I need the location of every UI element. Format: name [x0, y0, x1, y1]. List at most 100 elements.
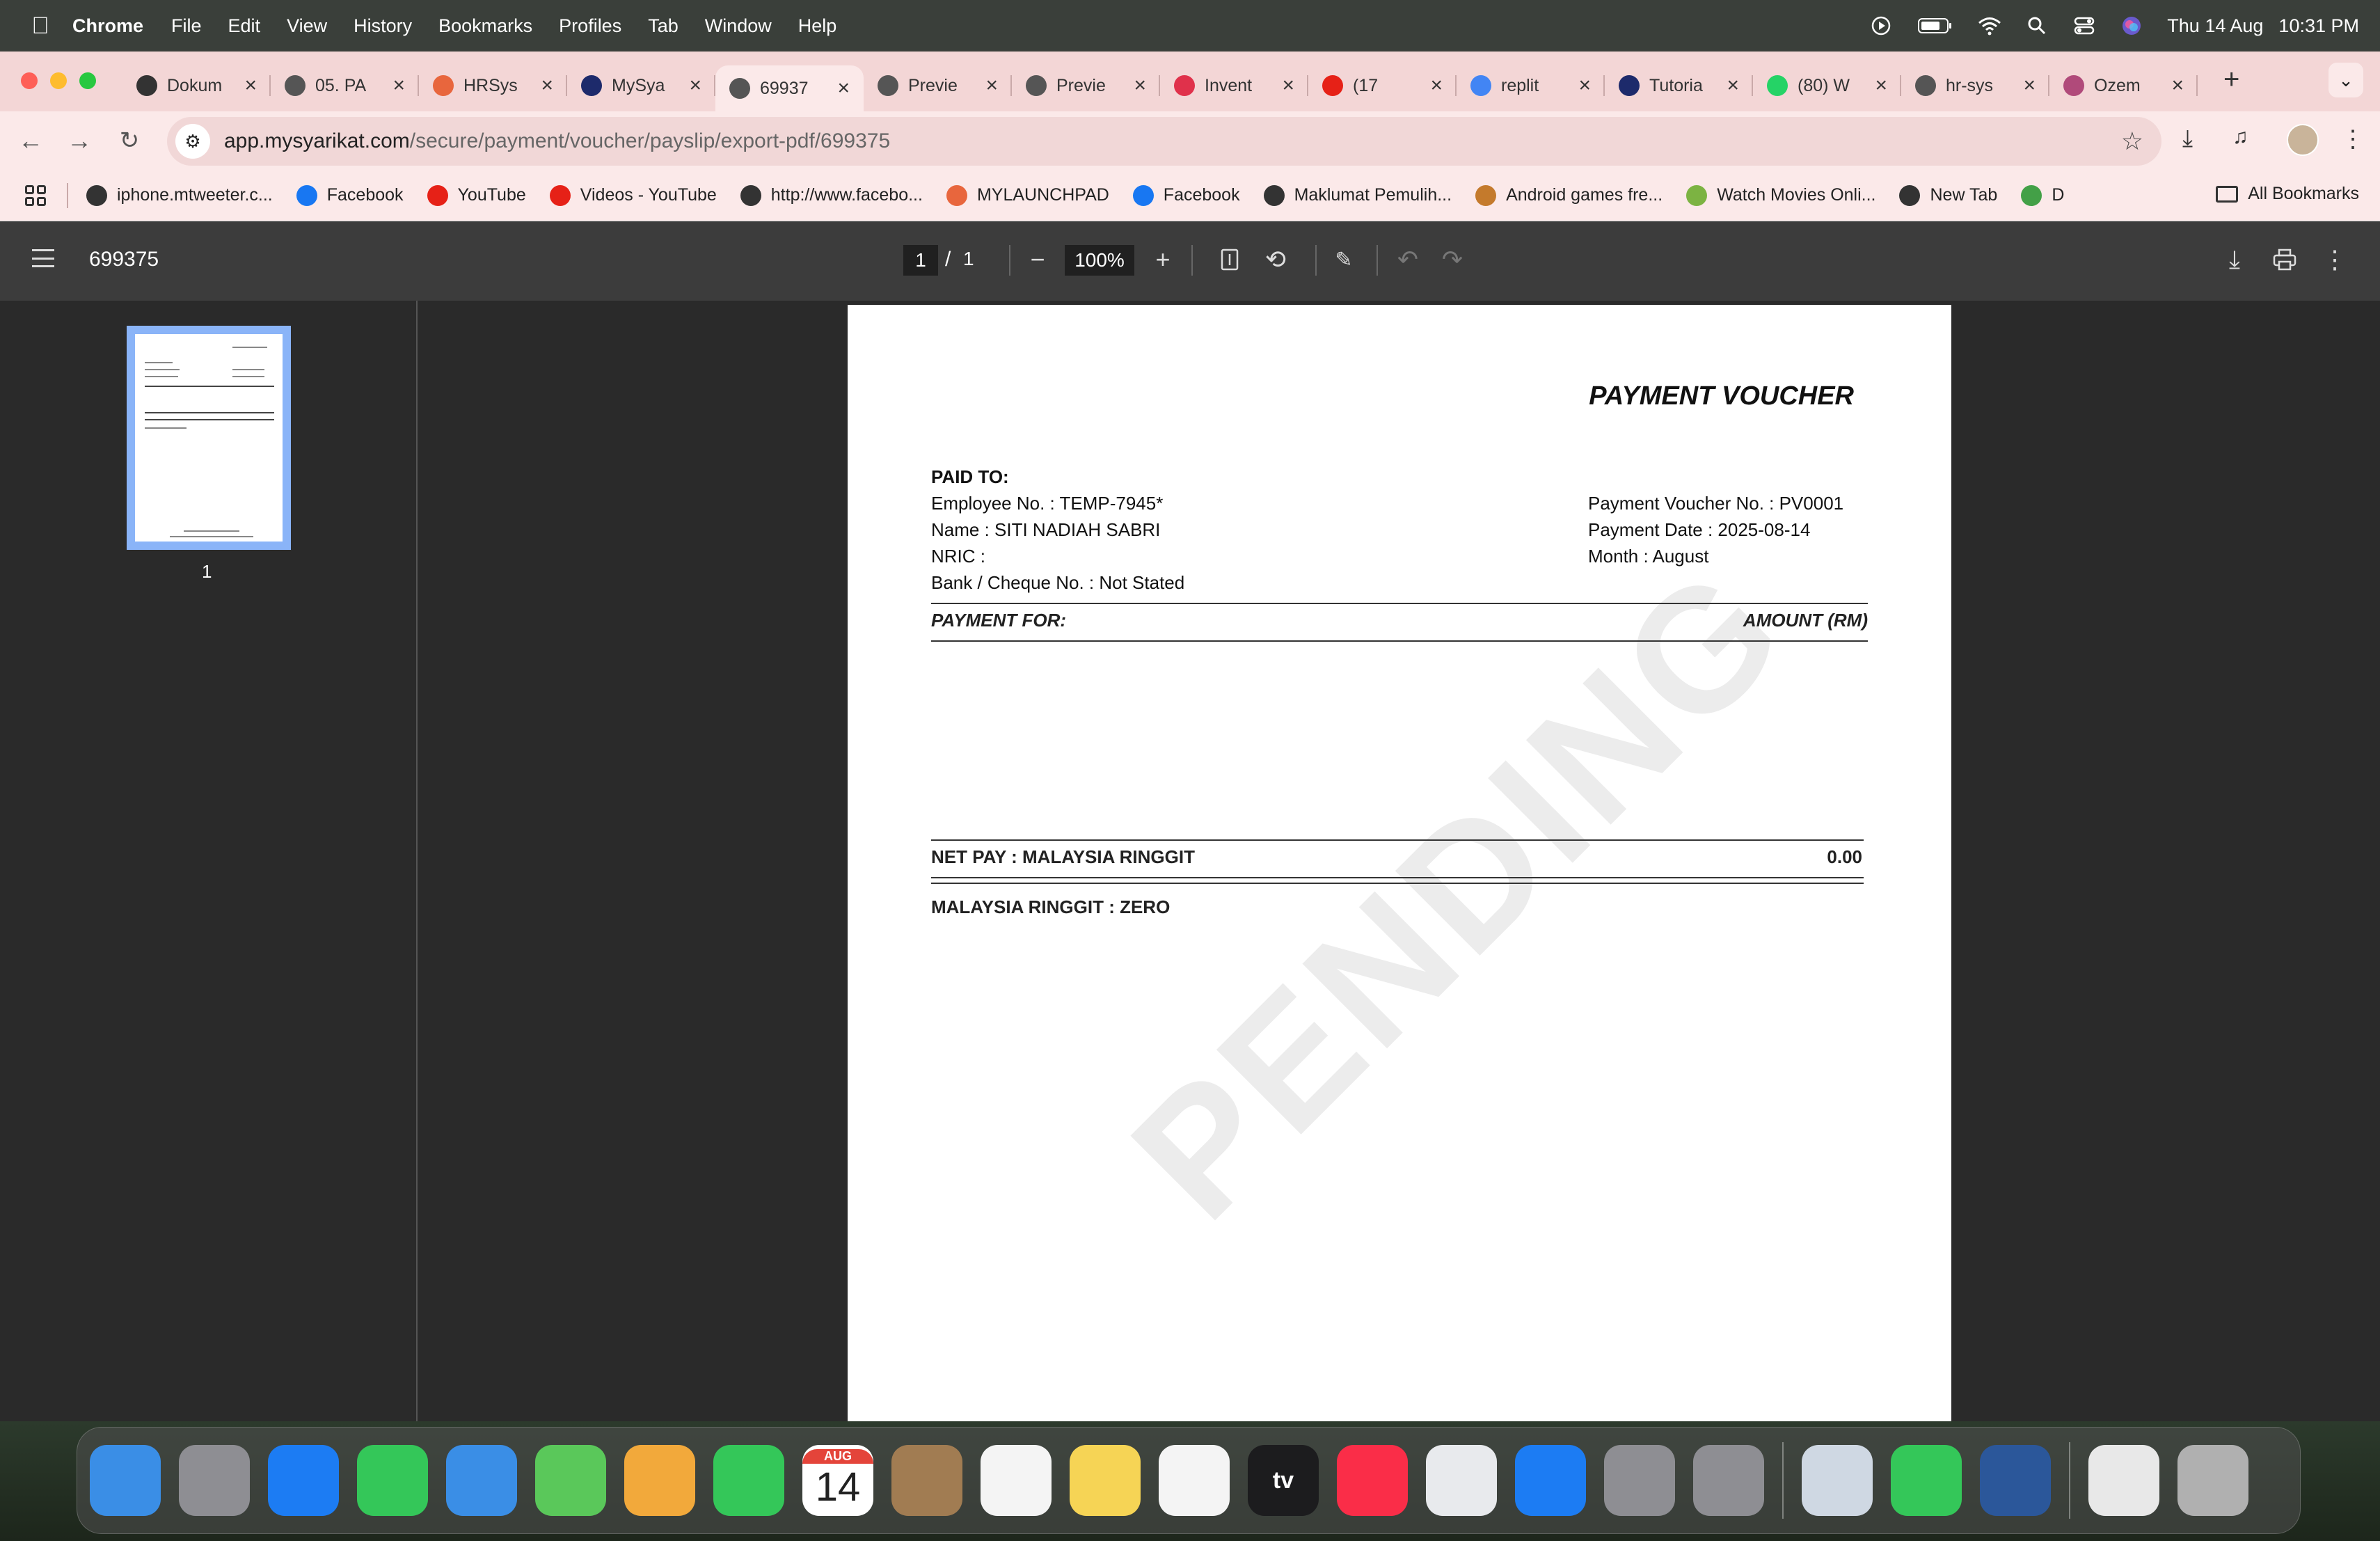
menubar-time[interactable]: 10:31 PM: [2278, 15, 2359, 37]
trash-icon[interactable]: [2177, 1445, 2248, 1516]
back-arrow-icon[interactable]: ←: [15, 125, 46, 156]
browser-tab[interactable]: replit ×: [1457, 65, 1605, 106]
document-viewport[interactable]: PENDING PAYMENT VOUCHER PAID TO: Employe…: [419, 301, 2380, 1421]
redo-icon[interactable]: ↷: [1435, 242, 1470, 277]
browser-tab[interactable]: (80) W ×: [1753, 65, 1901, 106]
numbers-icon[interactable]: [1891, 1445, 1962, 1516]
reminders-icon[interactable]: [981, 1445, 1052, 1516]
tab-close-icon[interactable]: ×: [244, 74, 257, 97]
zoom-window-button[interactable]: [79, 72, 96, 89]
tab-close-icon[interactable]: ×: [837, 77, 850, 100]
browser-tab[interactable]: 05. PA ×: [271, 65, 419, 106]
pdf-download-icon[interactable]: ⤓: [2217, 242, 2252, 277]
bookmark-item[interactable]: Android games fre...: [1475, 184, 1663, 206]
siri-icon[interactable]: [2120, 14, 2143, 38]
tab-close-icon[interactable]: ×: [1430, 74, 1443, 97]
menu-file[interactable]: File: [171, 15, 202, 37]
tab-close-icon[interactable]: ×: [689, 74, 701, 97]
browser-tab[interactable]: (17 ×: [1308, 65, 1457, 106]
wifi-icon[interactable]: [1978, 14, 2001, 38]
minimize-window-button[interactable]: [50, 72, 67, 89]
menu-profiles[interactable]: Profiles: [559, 15, 621, 37]
profile-avatar[interactable]: [2287, 124, 2319, 156]
tab-close-icon[interactable]: ×: [1727, 74, 1739, 97]
browser-tab[interactable]: MySya ×: [567, 65, 715, 106]
tab-close-icon[interactable]: ×: [392, 74, 405, 97]
tab-close-icon[interactable]: ×: [1578, 74, 1591, 97]
bookmark-item[interactable]: Watch Movies Onli...: [1686, 184, 1875, 206]
browser-tab[interactable]: Invent ×: [1160, 65, 1308, 106]
bookmark-star-icon[interactable]: ☆: [2121, 127, 2143, 156]
spotlight-search-icon[interactable]: [2025, 14, 2049, 38]
menu-tab[interactable]: Tab: [648, 15, 679, 37]
notes-icon[interactable]: [1070, 1445, 1141, 1516]
bookmark-item[interactable]: Videos - YouTube: [549, 184, 717, 206]
bookmark-item[interactable]: MYLAUNCHPAD: [946, 184, 1109, 206]
site-info-icon[interactable]: ⚙: [175, 124, 210, 159]
mail-icon[interactable]: [446, 1445, 517, 1516]
photos-icon[interactable]: [624, 1445, 695, 1516]
menubar-date[interactable]: Thu 14 Aug: [2167, 15, 2263, 37]
bookmark-item[interactable]: New Tab: [1899, 184, 1997, 206]
iphone-mirroring-icon[interactable]: [1693, 1445, 1764, 1516]
tab-close-icon[interactable]: ×: [2171, 74, 2184, 97]
zoom-input[interactable]: 100%: [1065, 245, 1134, 276]
bookmark-item[interactable]: http://www.facebo...: [740, 184, 923, 206]
bookmark-item[interactable]: Facebook: [1132, 184, 1240, 206]
apps-grid-icon[interactable]: [25, 184, 46, 206]
all-bookmarks-button[interactable]: All Bookmarks: [2216, 184, 2359, 204]
chrome-icon[interactable]: [1426, 1445, 1497, 1516]
tab-search-chevron-icon[interactable]: ⌄: [2329, 63, 2363, 97]
sidebar-menu-icon[interactable]: [32, 249, 54, 267]
browser-tab[interactable]: Previe ×: [864, 65, 1012, 106]
address-bar[interactable]: ⚙ app.mysyarikat.com/secure/payment/vouc…: [167, 117, 2161, 166]
tab-close-icon[interactable]: ×: [1282, 74, 1294, 97]
tab-close-icon[interactable]: ×: [2023, 74, 2036, 97]
browser-tab[interactable]: HRSys ×: [419, 65, 567, 106]
menu-history[interactable]: History: [354, 15, 412, 37]
contacts-icon[interactable]: [891, 1445, 962, 1516]
bookmark-item[interactable]: Facebook: [296, 184, 404, 206]
chrome-menu-icon[interactable]: ⋮: [2341, 125, 2365, 153]
bookmark-item[interactable]: YouTube: [427, 184, 526, 206]
zoom-out-icon[interactable]: −: [1020, 242, 1055, 277]
tab-close-icon[interactable]: ×: [1875, 74, 1887, 97]
apple-menu-icon[interactable]: : [26, 13, 54, 40]
freeform-icon[interactable]: [1159, 1445, 1230, 1516]
browser-tab[interactable]: Ozem ×: [2049, 65, 2198, 106]
forward-arrow-icon[interactable]: →: [64, 125, 95, 156]
menu-window[interactable]: Window: [705, 15, 772, 37]
calendar-icon[interactable]: AUG 14: [802, 1445, 873, 1516]
preview-icon[interactable]: [1802, 1445, 1873, 1516]
menu-edit[interactable]: Edit: [228, 15, 261, 37]
control-center-icon[interactable]: [2072, 14, 2096, 38]
page-number-input[interactable]: 1: [903, 245, 938, 276]
menu-bookmarks[interactable]: Bookmarks: [438, 15, 532, 37]
browser-tab[interactable]: Previe ×: [1012, 65, 1160, 106]
music-icon[interactable]: [1337, 1445, 1408, 1516]
annotate-pen-icon[interactable]: ✎: [1326, 242, 1361, 277]
messages-icon[interactable]: [357, 1445, 428, 1516]
bookmark-item[interactable]: D: [2021, 184, 2064, 206]
page-thumbnail[interactable]: [127, 326, 291, 550]
play-status-icon[interactable]: [1869, 14, 1893, 38]
reload-icon[interactable]: ↻: [114, 125, 145, 156]
tab-close-icon[interactable]: ×: [985, 74, 998, 97]
finder-icon[interactable]: [90, 1445, 161, 1516]
print-icon[interactable]: [2267, 242, 2302, 277]
tv-icon[interactable]: tv: [1248, 1445, 1319, 1516]
pdf-more-icon[interactable]: ⋮: [2317, 242, 2352, 277]
settings-icon[interactable]: [1604, 1445, 1675, 1516]
menu-view[interactable]: View: [287, 15, 327, 37]
bookmark-item[interactable]: iphone.mtweeter.c...: [86, 184, 273, 206]
downloads-icon[interactable]: ⤓: [2182, 125, 2193, 152]
safari-icon[interactable]: [268, 1445, 339, 1516]
zoom-in-icon[interactable]: +: [1145, 242, 1180, 277]
appstore-icon[interactable]: [1515, 1445, 1586, 1516]
new-tab-button[interactable]: +: [2223, 64, 2239, 95]
xlsx-document-icon[interactable]: [2088, 1445, 2159, 1516]
word-icon[interactable]: [1980, 1445, 2051, 1516]
facetime-icon[interactable]: [713, 1445, 784, 1516]
browser-tab[interactable]: hr-sys ×: [1901, 65, 2049, 106]
undo-icon[interactable]: ↶: [1390, 242, 1425, 277]
